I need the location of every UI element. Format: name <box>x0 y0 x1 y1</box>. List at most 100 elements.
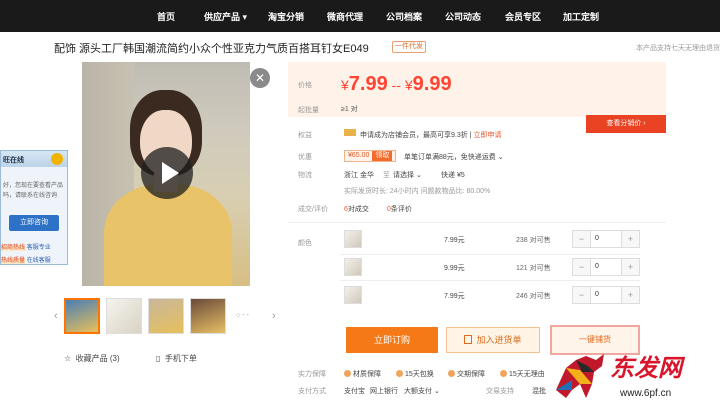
nav-item-home[interactable]: 首页 <box>157 10 175 23</box>
phone-icon: ▯ <box>156 354 161 363</box>
chevron-left-icon[interactable]: ‹ <box>54 310 58 322</box>
claim-coupon-tag[interactable]: 领取 <box>372 151 393 161</box>
sku-swatch[interactable] <box>344 258 362 276</box>
guarantee-icon <box>448 370 455 377</box>
chevron-down-icon[interactable]: ⌄ <box>498 154 504 161</box>
color-label: 颜色 <box>298 240 312 247</box>
deals-reviews-label: 成交/评价 <box>298 206 328 213</box>
logistics-label: 物流 <box>298 172 312 179</box>
nav-item-custom-processing[interactable]: 加工定制 <box>563 10 599 23</box>
shipping-fee: 快递 ¥5 <box>441 172 465 179</box>
guarantee-icon <box>396 370 403 377</box>
view-distributor-price-button[interactable]: 查看分销价 › <box>586 115 666 133</box>
quantity-input[interactable]: 0 <box>595 263 599 270</box>
trade-support-label: 交易支持 <box>486 388 514 395</box>
chevron-down-icon: ⌄ <box>415 172 422 179</box>
mobile-order-button[interactable]: ▯ 手机下单 <box>156 353 197 364</box>
minus-icon[interactable]: − <box>573 231 591 247</box>
sku-row: 7.99元 238 对可售 − 0 + <box>340 228 640 254</box>
free-shipping-promo: 单笔订单满88元，免快递运费 ⌄ <box>404 154 504 161</box>
favorite-count: (3) <box>109 354 120 363</box>
chat-footer-line-1: 招商热线 客服专业 <box>1 242 51 251</box>
nav-item-wechat-agent[interactable]: 微商代理 <box>327 10 363 23</box>
membership-icon <box>344 129 356 136</box>
payment-method-select[interactable]: 大额支付 ⌄ <box>404 386 440 396</box>
sku-swatch[interactable] <box>344 286 362 304</box>
coupon-badge[interactable]: ¥65.00 领取 <box>344 150 396 162</box>
sku-row: 9.99元 121 对可售 − 0 + <box>340 256 640 282</box>
play-icon[interactable] <box>141 147 193 199</box>
discount-label: 优惠 <box>298 154 312 161</box>
apply-membership-link[interactable]: 立即申请 <box>473 132 501 139</box>
payment-method: 网上银行 <box>370 388 398 395</box>
chat-online-service-link[interactable]: 在线客服 <box>27 258 51 264</box>
order-now-button[interactable]: 立即订购 <box>346 327 438 353</box>
clipboard-icon <box>464 335 473 344</box>
sku-row: 7.99元 246 对可售 − 0 + <box>340 284 640 310</box>
quantity-stepper: − 0 + <box>572 258 640 276</box>
price-panel: 价格 ¥7.99 -- ¥9.99 起批量 ≥1 对 <box>288 62 666 117</box>
product-title: 配饰 源头工厂韩国潮流简约小众个性亚克力气质百搭耳钉女E049 <box>54 43 369 55</box>
guarantee-item: 材质保障 <box>344 369 381 379</box>
guarantees-label: 实力保障 <box>298 371 326 378</box>
deals-count[interactable]: 6对成交 <box>344 204 369 214</box>
nav-item-members[interactable]: 会员专区 <box>505 10 541 23</box>
nav-item-company-profile[interactable]: 公司档案 <box>386 10 422 23</box>
thumbnail-3[interactable] <box>148 298 184 334</box>
divider <box>340 280 640 281</box>
top-nav: 首页 供应产品 ▾ 淘宝分销 微商代理 公司档案 公司动态 会员专区 加工定制 <box>0 0 720 32</box>
add-to-purchase-list-button[interactable]: 加入进货单 <box>446 327 540 353</box>
thumbnail-2[interactable] <box>106 298 142 334</box>
ship-to-label: 至 <box>383 172 390 179</box>
moq-value: ≥1 对 <box>341 106 358 113</box>
thumbnail-4[interactable] <box>190 298 226 334</box>
plus-icon[interactable]: + <box>621 231 639 247</box>
return-policy-note: 本产品支持七天无理由退货 <box>636 45 720 52</box>
sku-price: 7.99元 <box>444 237 465 244</box>
plus-icon[interactable]: + <box>621 287 639 303</box>
site-watermark: 东发网 www.6pf.cn <box>548 344 720 408</box>
favorite-button[interactable]: ☆ 收藏产品 (3) <box>64 353 120 364</box>
chat-quality-label: 热线质量 <box>1 258 26 264</box>
nav-item-company-news[interactable]: 公司动态 <box>445 10 481 23</box>
price-label: 价格 <box>298 82 312 89</box>
chat-hotline-label: 招商热线 <box>1 245 26 251</box>
destination-select[interactable]: 请选择 ⌄ <box>393 170 422 180</box>
watermark-text: 东发网 <box>610 353 682 382</box>
model-dress <box>104 184 232 286</box>
chat-status-icon <box>51 153 63 165</box>
sku-swatch[interactable] <box>344 230 362 248</box>
payment-label: 支付方式 <box>298 388 326 395</box>
chat-support-link[interactable]: 客服专业 <box>27 245 51 251</box>
benefits-text: 申请成为店铺会员，最高可享9.3折 | 立即申请 <box>360 132 502 139</box>
nav-item-taobao-distribution[interactable]: 淘宝分销 <box>268 10 304 23</box>
title-row: 配饰 源头工厂韩国潮流简约小众个性亚克力气质百搭耳钉女E049 一件代发 本产品… <box>54 40 720 56</box>
sku-price: 7.99元 <box>444 293 465 300</box>
minus-icon[interactable]: − <box>573 259 591 275</box>
chevron-down-icon: ▾ <box>242 12 248 22</box>
sku-stock: 246 对可售 <box>516 293 551 300</box>
guarantee-item: 15天包换 <box>396 369 434 379</box>
nav-item-products[interactable]: 供应产品 ▾ <box>204 10 247 23</box>
quantity-stepper: − 0 + <box>572 230 640 248</box>
reviews-count[interactable]: 0条评价 <box>387 204 412 214</box>
thumbnail-more-indicator: ○ - - <box>236 312 249 319</box>
dropship-badge: 一件代发 <box>392 41 426 53</box>
plus-icon[interactable]: + <box>621 259 639 275</box>
online-chat-widget: 旺在线 好，您现在要查看产品吗，请联系在线咨询 立即咨询 招商热线 客服专业 热… <box>0 150 68 265</box>
horse-logo-icon <box>556 354 604 398</box>
product-video-preview[interactable] <box>82 62 250 286</box>
consult-now-button[interactable]: 立即咨询 <box>9 215 59 231</box>
thumbnail-1[interactable] <box>64 298 100 334</box>
benefits-label: 权益 <box>298 132 312 139</box>
close-icon[interactable]: ✕ <box>250 68 270 88</box>
star-icon: ☆ <box>64 354 72 363</box>
price-high: 9.99 <box>412 73 452 95</box>
sku-stock: 238 对可售 <box>516 237 551 244</box>
chevron-right-icon[interactable]: › <box>272 310 276 322</box>
quantity-input[interactable]: 0 <box>595 291 599 298</box>
shipping-stats: 实际发货时长: 24小时内 问题款物品比: 80.00% <box>344 188 491 195</box>
minus-icon[interactable]: − <box>573 287 591 303</box>
guarantee-icon <box>500 370 507 377</box>
quantity-input[interactable]: 0 <box>595 235 599 242</box>
